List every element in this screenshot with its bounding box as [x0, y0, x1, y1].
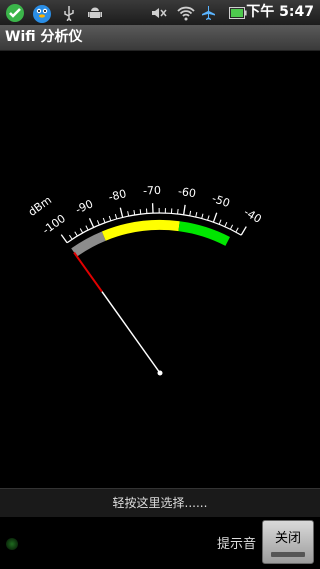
minor-tick: [85, 225, 89, 231]
zone-good-arc: [178, 221, 230, 246]
unit-label: dBm: [26, 194, 54, 219]
airplane-icon: [200, 0, 218, 25]
qq-penguin-icon: [30, 0, 54, 25]
status-led-icon: [6, 538, 18, 550]
status-bar: 下午 5:47: [0, 0, 320, 25]
major-tick: [183, 204, 186, 215]
toggle-indicator: [271, 552, 305, 557]
tick-label: -50: [210, 192, 231, 210]
usb-icon: [62, 0, 76, 25]
zone-weak-arc: [71, 231, 106, 257]
mute-icon: [150, 0, 168, 25]
tick-label: -70: [143, 184, 162, 198]
shield-check-icon: [4, 0, 26, 25]
minor-tick: [79, 228, 84, 234]
minor-tick: [195, 212, 198, 218]
network-select-prompt[interactable]: 轻按这里选择......: [0, 488, 320, 518]
tick-label: -80: [107, 187, 128, 204]
bottom-bar: 提示音 关闭: [0, 517, 320, 569]
minor-tick: [177, 208, 179, 215]
toggle-label: 关闭: [274, 531, 301, 546]
major-tick: [88, 218, 95, 228]
minor-tick: [189, 210, 192, 216]
major-tick: [240, 226, 247, 236]
minor-tick: [74, 231, 78, 237]
minor-tick: [96, 220, 100, 226]
minor-tick: [68, 234, 73, 240]
needle-pivot: [157, 370, 163, 376]
needle-tip: [73, 251, 103, 293]
minor-tick: [229, 224, 234, 230]
minor-tick: [114, 214, 118, 220]
clock: 下午 5:47: [246, 4, 314, 20]
minor-tick: [207, 215, 210, 221]
wifi-icon: [176, 0, 196, 25]
hint-sound-toggle-button[interactable]: 关闭: [262, 520, 314, 564]
signal-meter: -100 -90 -80 -70 -60 -50 -40 dBm: [26, 184, 264, 376]
minor-tick: [235, 227, 239, 233]
tick-label: -60: [177, 185, 197, 201]
minor-tick: [108, 215, 112, 221]
tick-label: -100: [40, 212, 68, 237]
hint-sound-label: 提示音: [216, 537, 256, 552]
minor-tick: [102, 217, 106, 223]
android-debug-icon: [86, 0, 104, 25]
tick-label: -90: [73, 197, 95, 216]
app-title: Wifi 分析仪: [5, 29, 83, 45]
minor-tick: [201, 213, 204, 219]
zone-fair-arc: [101, 219, 180, 241]
major-tick: [119, 207, 124, 218]
app-title-bar: Wifi 分析仪: [0, 25, 320, 51]
minor-tick: [218, 219, 222, 225]
major-tick: [212, 212, 218, 223]
minor-tick: [139, 209, 142, 215]
needle: [101, 291, 161, 374]
tick-label: -40: [242, 206, 264, 226]
major-tick: [60, 234, 68, 244]
minor-tick: [127, 211, 130, 217]
minor-tick: [133, 209, 136, 216]
battery-icon: [228, 0, 248, 25]
minor-tick: [224, 221, 228, 227]
